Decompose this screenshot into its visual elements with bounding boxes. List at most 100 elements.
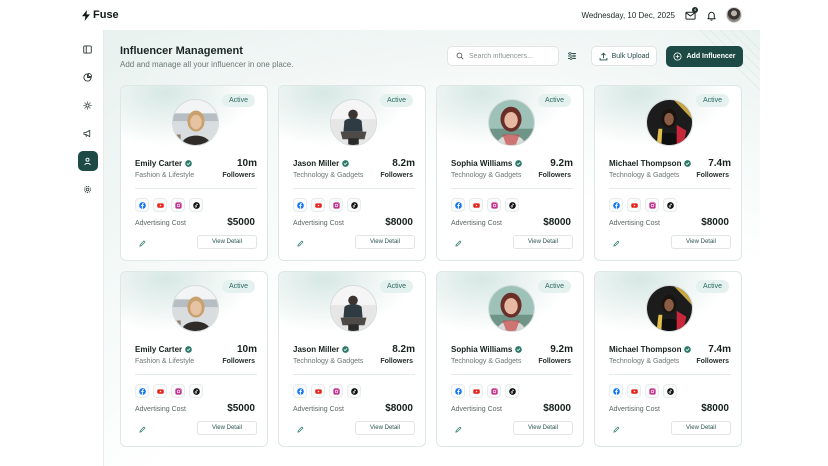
tiktok-link[interactable] xyxy=(663,384,677,398)
influencer-card[interactable]: Active Emily Carter 10m Fashion & Lifest… xyxy=(120,271,268,447)
youtube-link[interactable] xyxy=(627,198,641,212)
facebook-link[interactable] xyxy=(451,384,465,398)
view-detail-button[interactable]: View Detail xyxy=(671,421,731,435)
instagram-link[interactable] xyxy=(171,198,185,212)
sidebar-item-analytics[interactable] xyxy=(78,67,98,87)
facebook-link[interactable] xyxy=(135,198,149,212)
advertising-cost-label: Advertising Cost xyxy=(135,220,186,227)
facebook-link[interactable] xyxy=(609,384,623,398)
tiktok-link[interactable] xyxy=(189,384,203,398)
facebook-link[interactable] xyxy=(451,198,465,212)
youtube-icon xyxy=(156,388,164,394)
youtube-link[interactable] xyxy=(311,384,325,398)
followers-label: Followers xyxy=(696,172,729,179)
facebook-link[interactable] xyxy=(293,384,307,398)
bulk-upload-button[interactable]: Bulk Upload xyxy=(591,46,657,66)
card-divider xyxy=(135,374,257,375)
facebook-link[interactable] xyxy=(609,198,623,212)
sidebar-item-settings[interactable] xyxy=(78,179,98,199)
youtube-link[interactable] xyxy=(627,384,641,398)
view-detail-button[interactable]: View Detail xyxy=(197,421,257,435)
tiktok-icon xyxy=(192,201,200,209)
instagram-link[interactable] xyxy=(329,384,343,398)
status-badge: Active xyxy=(695,280,729,293)
sidebar-item-campaigns[interactable] xyxy=(78,95,98,115)
pencil-icon xyxy=(138,426,145,433)
influencer-photo xyxy=(330,99,377,146)
youtube-icon xyxy=(314,388,322,394)
influencer-card[interactable]: Active Michael Thompson 7.4m Technology … xyxy=(594,271,742,447)
youtube-link[interactable] xyxy=(153,198,167,212)
instagram-link[interactable] xyxy=(171,384,185,398)
instagram-link[interactable] xyxy=(487,198,501,212)
page-subtitle: Add and manage all your influencer in on… xyxy=(120,60,294,69)
facebook-link[interactable] xyxy=(135,384,149,398)
current-date: Wednesday, 10 Dec, 2025 xyxy=(581,10,675,20)
youtube-link[interactable] xyxy=(311,198,325,212)
view-detail-button[interactable]: View Detail xyxy=(513,421,573,435)
view-detail-button[interactable]: View Detail xyxy=(671,235,731,249)
add-influencer-button[interactable]: Add Influencer xyxy=(666,46,743,67)
influencer-name-text: Emily Carter xyxy=(135,159,183,168)
edit-button[interactable] xyxy=(609,422,623,436)
sidebar-item-promotions[interactable] xyxy=(78,123,98,143)
social-links xyxy=(451,384,519,398)
tiktok-link[interactable] xyxy=(663,198,677,212)
edit-button[interactable] xyxy=(135,422,149,436)
user-avatar[interactable] xyxy=(726,7,742,23)
edit-button[interactable] xyxy=(451,236,465,250)
tiktok-link[interactable] xyxy=(505,384,519,398)
tiktok-link[interactable] xyxy=(347,384,361,398)
status-badge: Active xyxy=(379,280,413,293)
edit-button[interactable] xyxy=(293,236,307,250)
search-input[interactable] xyxy=(469,52,557,60)
tiktok-link[interactable] xyxy=(189,198,203,212)
followers-label: Followers xyxy=(538,358,571,365)
chart-icon xyxy=(83,72,92,82)
view-detail-button[interactable]: View Detail xyxy=(355,235,415,249)
instagram-link[interactable] xyxy=(329,198,343,212)
view-detail-button[interactable]: View Detail xyxy=(197,235,257,249)
view-detail-button[interactable]: View Detail xyxy=(355,421,415,435)
follower-count: 10m xyxy=(236,158,257,169)
instagram-link[interactable] xyxy=(487,384,501,398)
influencer-card[interactable]: Active Sophia Williams 9.2m Technology &… xyxy=(436,271,584,447)
instagram-link[interactable] xyxy=(645,198,659,212)
youtube-icon xyxy=(314,202,322,208)
sidebar-item-layout[interactable] xyxy=(78,39,98,59)
instagram-link[interactable] xyxy=(645,384,659,398)
influencer-card[interactable]: Active Sophia Williams 9.2m Technology &… xyxy=(436,85,584,261)
youtube-link[interactable] xyxy=(469,384,483,398)
mail-button[interactable]: 4 xyxy=(684,7,698,21)
youtube-icon xyxy=(630,202,638,208)
edit-button[interactable] xyxy=(135,236,149,250)
influencer-category: Technology & Gadgets xyxy=(609,358,680,365)
edit-button[interactable] xyxy=(609,236,623,250)
bolt-icon xyxy=(82,9,90,21)
notification-button[interactable] xyxy=(705,9,717,21)
edit-button[interactable] xyxy=(293,422,307,436)
facebook-link[interactable] xyxy=(293,198,307,212)
influencer-name: Emily Carter xyxy=(135,344,192,355)
card-divider xyxy=(451,374,573,375)
edit-button[interactable] xyxy=(451,422,465,436)
sidebar-item-influencers[interactable] xyxy=(77,151,98,171)
social-links xyxy=(135,198,203,212)
filter-icon[interactable] xyxy=(567,51,577,61)
youtube-link[interactable] xyxy=(153,384,167,398)
tiktok-link[interactable] xyxy=(505,198,519,212)
tiktok-link[interactable] xyxy=(347,198,361,212)
influencer-name: Emily Carter xyxy=(135,158,192,169)
advertising-cost: $5000 xyxy=(227,217,255,228)
search-box[interactable] xyxy=(447,46,559,66)
influencer-card[interactable]: Active Jason Miller 8.2m Technology & Ga… xyxy=(278,271,426,447)
youtube-icon xyxy=(630,388,638,394)
brand-logo[interactable]: Fuse xyxy=(82,9,119,21)
view-detail-button[interactable]: View Detail xyxy=(513,235,573,249)
youtube-link[interactable] xyxy=(469,198,483,212)
influencer-card[interactable]: Active Jason Miller 8.2m Technology & Ga… xyxy=(278,85,426,261)
instagram-icon xyxy=(490,201,498,209)
influencer-card[interactable]: Active Michael Thompson 7.4m Technology … xyxy=(594,85,742,261)
influencer-card[interactable]: Active Emily Carter 10m Fashion & Lifest… xyxy=(120,85,268,261)
followers-label: Followers xyxy=(538,172,571,179)
